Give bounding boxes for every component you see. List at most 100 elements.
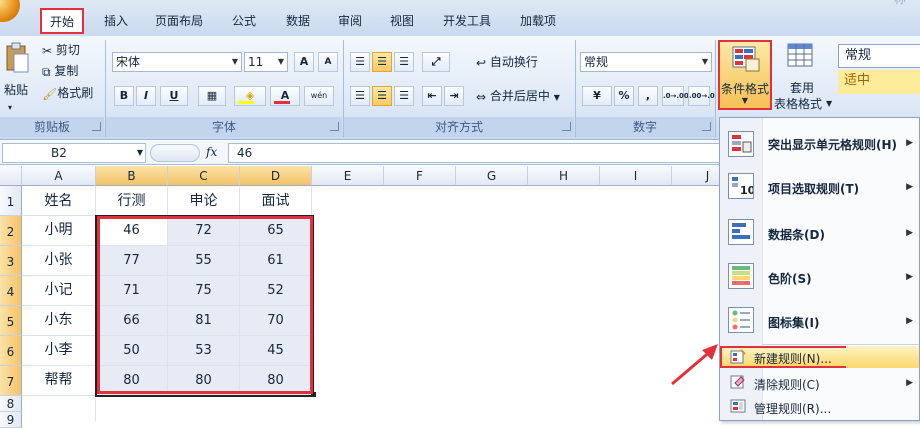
- decrease-decimal-button[interactable]: .00→.0: [688, 86, 715, 106]
- tab-addins[interactable]: 加载项: [512, 10, 564, 32]
- office-button-icon[interactable]: [0, 0, 20, 22]
- align-right-button[interactable]: ☰: [394, 86, 414, 106]
- row-header[interactable]: 9: [0, 412, 22, 428]
- chevron-down-icon[interactable]: ▼: [137, 144, 143, 162]
- table-cell[interactable]: 小明: [22, 216, 96, 246]
- paste-dropdown-icon[interactable]: ▾: [8, 98, 12, 118]
- increase-decimal-button[interactable]: .0→.00: [662, 86, 689, 106]
- table-cell[interactable]: 小张: [22, 246, 96, 276]
- row-header[interactable]: 5: [0, 306, 22, 336]
- clipboard-launcher-icon[interactable]: [92, 122, 101, 131]
- column-header[interactable]: F: [384, 166, 456, 186]
- table-cell[interactable]: 65: [240, 216, 312, 246]
- menu-item-new-rule[interactable]: 新建规则(N)...: [720, 346, 848, 368]
- tab-formulas[interactable]: 公式: [224, 10, 264, 32]
- number-launcher-icon[interactable]: [702, 122, 711, 131]
- phonetic-button[interactable]: wén: [304, 86, 334, 106]
- table-cell[interactable]: 72: [168, 216, 240, 246]
- menu-item-top-bottom-rules[interactable]: 10 项目选取规则(T) ▶: [720, 168, 919, 208]
- cell-style-neutral[interactable]: 适中: [838, 70, 920, 94]
- menu-item-icon-sets[interactable]: 图标集(I) ▶: [720, 302, 919, 342]
- align-left-button[interactable]: ☰: [350, 86, 370, 106]
- tab-view[interactable]: 视图: [382, 10, 422, 32]
- font-launcher-icon[interactable]: [330, 122, 339, 131]
- orientation-button[interactable]: ⤢: [422, 52, 450, 72]
- table-cell[interactable]: 71: [96, 276, 168, 306]
- column-header[interactable]: D: [240, 166, 312, 186]
- font-name-combo[interactable]: 宋体 ▼: [112, 52, 242, 72]
- chevron-down-icon[interactable]: ▼: [699, 53, 711, 71]
- table-cell[interactable]: 53: [168, 336, 240, 366]
- column-header[interactable]: I: [600, 166, 672, 186]
- chevron-down-icon[interactable]: ▼: [229, 53, 241, 71]
- tab-data[interactable]: 数据: [278, 10, 318, 32]
- table-header-cell[interactable]: 行测: [96, 186, 168, 216]
- fill-color-button[interactable]: ◈: [234, 86, 266, 106]
- name-box[interactable]: B2 ▼: [2, 143, 146, 163]
- column-header[interactable]: G: [456, 166, 528, 186]
- number-format-combo[interactable]: 常规 ▼: [580, 52, 712, 72]
- menu-item-clear-rules[interactable]: 清除规则(C) ▶: [720, 372, 919, 394]
- menu-item-color-scales[interactable]: 色阶(S) ▶: [720, 258, 919, 298]
- accounting-format-button[interactable]: ¥: [582, 86, 612, 106]
- table-cell[interactable]: 66: [96, 306, 168, 336]
- tab-developer[interactable]: 开发工具: [436, 10, 498, 32]
- row-header[interactable]: 3: [0, 246, 22, 276]
- table-cell[interactable]: 小东: [22, 306, 96, 336]
- menu-item-data-bars[interactable]: 数据条(D) ▶: [720, 214, 919, 254]
- table-cell[interactable]: 61: [240, 246, 312, 276]
- row-header[interactable]: 6: [0, 336, 22, 366]
- column-header[interactable]: B: [96, 166, 168, 186]
- table-cell[interactable]: 70: [240, 306, 312, 336]
- table-cell[interactable]: 80: [96, 366, 168, 396]
- table-cell[interactable]: 小记: [22, 276, 96, 306]
- table-cell[interactable]: 45: [240, 336, 312, 366]
- table-cell[interactable]: 帮帮: [22, 366, 96, 396]
- format-painter-button[interactable]: 🖌格式刷: [42, 83, 93, 103]
- table-cell[interactable]: 52: [240, 276, 312, 306]
- row-header[interactable]: 8: [0, 396, 22, 412]
- chevron-down-icon[interactable]: ▼: [554, 93, 560, 102]
- border-button[interactable]: ▦: [198, 86, 226, 106]
- percent-button[interactable]: %: [614, 86, 634, 106]
- tab-page-layout[interactable]: 页面布局: [148, 10, 210, 32]
- menu-item-manage-rules[interactable]: 管理规则(R)...: [720, 396, 919, 418]
- cell-style-normal[interactable]: 常规: [838, 44, 920, 68]
- italic-button[interactable]: I: [136, 86, 156, 106]
- align-center-button[interactable]: ☰: [372, 86, 392, 106]
- shrink-font-button[interactable]: A: [318, 52, 338, 72]
- increase-indent-button[interactable]: ⇥: [444, 86, 464, 106]
- copy-button[interactable]: ⧉ 复制: [42, 61, 78, 81]
- table-cell-active[interactable]: 46: [96, 216, 168, 246]
- table-cell[interactable]: 80: [168, 366, 240, 396]
- column-header[interactable]: C: [168, 166, 240, 186]
- decrease-indent-button[interactable]: ⇤: [422, 86, 442, 106]
- tab-insert[interactable]: 插入: [98, 10, 134, 32]
- chevron-down-icon[interactable]: ▼: [275, 53, 287, 71]
- paste-button[interactable]: 粘贴: [4, 80, 28, 100]
- table-header-cell[interactable]: 申论: [168, 186, 240, 216]
- conditional-format-button[interactable]: 条件格式 ▼: [718, 40, 772, 110]
- row-header[interactable]: 2: [0, 216, 22, 246]
- bold-button[interactable]: B: [114, 86, 134, 106]
- cut-button[interactable]: ✂ 剪切: [42, 40, 80, 60]
- table-header-cell[interactable]: 面试: [240, 186, 312, 216]
- font-size-combo[interactable]: 11 ▼: [244, 52, 288, 72]
- align-top-button[interactable]: ☰: [350, 52, 370, 72]
- table-cell[interactable]: 小李: [22, 336, 96, 366]
- column-header[interactable]: A: [22, 166, 96, 186]
- alignment-launcher-icon[interactable]: [562, 122, 571, 131]
- row-header[interactable]: 7: [0, 366, 22, 396]
- merge-center-button[interactable]: ⇔ 合并后居中 ▼: [476, 86, 560, 106]
- table-cell[interactable]: 80: [240, 366, 312, 396]
- formula-bar-splitter[interactable]: [150, 144, 200, 162]
- table-cell[interactable]: 75: [168, 276, 240, 306]
- align-bottom-button[interactable]: ☰: [394, 52, 414, 72]
- comma-button[interactable]: ,: [638, 86, 658, 106]
- grow-font-button[interactable]: A: [294, 52, 314, 72]
- underline-button[interactable]: U: [160, 86, 188, 106]
- fill-handle[interactable]: [311, 392, 316, 397]
- row-header[interactable]: 4: [0, 276, 22, 306]
- table-header-cell[interactable]: 姓名: [22, 186, 96, 216]
- tab-home[interactable]: 开始: [40, 8, 84, 34]
